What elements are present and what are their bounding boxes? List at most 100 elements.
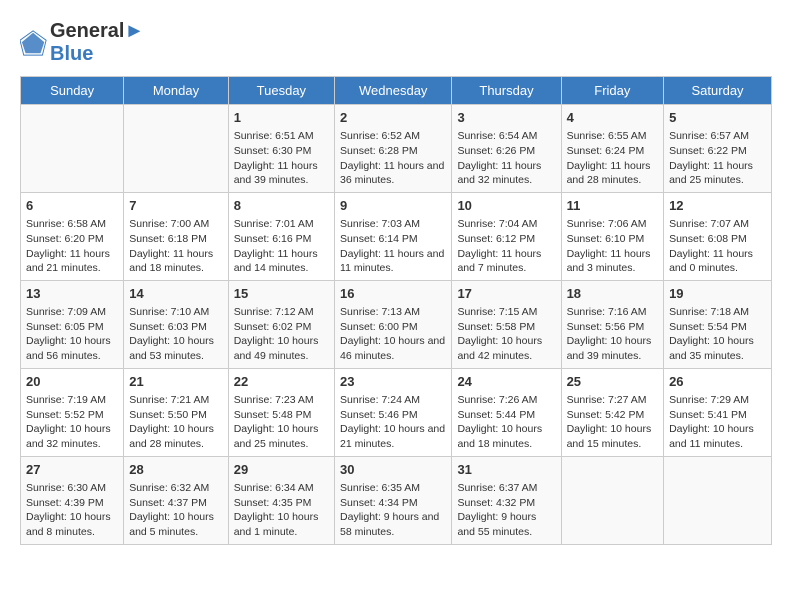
calendar-cell: 28 Sunrise: 6:32 AM Sunset: 4:37 PM Dayli… [124, 456, 228, 544]
week-row-5: 27 Sunrise: 6:30 AM Sunset: 4:39 PM Dayli… [21, 456, 772, 544]
day-number: 19 [669, 285, 766, 303]
day-number: 16 [340, 285, 446, 303]
calendar-cell: 19Sunrise: 7:18 AM Sunset: 5:54 PM Dayli… [664, 280, 772, 368]
day-number: 12 [669, 197, 766, 215]
logo-text: General► Blue [50, 20, 144, 66]
day-number: 21 [129, 373, 222, 391]
day-content: Sunrise: 6:32 AM Sunset: 4:37 PM Dayligh… [129, 481, 222, 540]
day-content: Sunrise: 7:01 AM Sunset: 6:16 PM Dayligh… [234, 217, 329, 276]
day-content: Sunrise: 7:10 AM Sunset: 6:03 PM Dayligh… [129, 305, 222, 364]
day-number: 14 [129, 285, 222, 303]
day-content: Sunrise: 7:24 AM Sunset: 5:46 PM Dayligh… [340, 393, 446, 452]
calendar-cell: 4 Sunrise: 6:55 AM Sunset: 6:24 PM Daylig… [561, 105, 664, 193]
day-number: 31 [457, 461, 555, 479]
day-number: 1 [234, 109, 329, 127]
day-number: 29 [234, 461, 329, 479]
calendar-table: SundayMondayTuesdayWednesdayThursdayFrid… [20, 76, 772, 545]
calendar-cell: 7Sunrise: 7:00 AM Sunset: 6:18 PM Daylig… [124, 192, 228, 280]
week-row-3: 13 Sunrise: 7:09 AM Sunset: 6:05 PM Dayli… [21, 280, 772, 368]
header-day-saturday: Saturday [664, 77, 772, 105]
calendar-cell: 13 Sunrise: 7:09 AM Sunset: 6:05 PM Dayli… [21, 280, 124, 368]
day-content: Sunrise: 7:12 AM Sunset: 6:02 PM Dayligh… [234, 305, 329, 364]
page-header: General► Blue [20, 20, 772, 66]
day-number: 9 [340, 197, 446, 215]
calendar-cell: 9Sunrise: 7:03 AM Sunset: 6:14 PM Daylig… [335, 192, 452, 280]
day-number: 5 [669, 109, 766, 127]
day-content: Sunrise: 7:26 AM Sunset: 5:44 PM Dayligh… [457, 393, 555, 452]
day-content: Sunrise: 7:09 AM Sunset: 6:05 PM Dayligh… [26, 305, 118, 364]
day-number: 15 [234, 285, 329, 303]
day-content: Sunrise: 7:07 AM Sunset: 6:08 PM Dayligh… [669, 217, 766, 276]
day-number: 8 [234, 197, 329, 215]
day-content: Sunrise: 7:04 AM Sunset: 6:12 PM Dayligh… [457, 217, 555, 276]
week-row-1: 1 Sunrise: 6:51 AM Sunset: 6:30 PM Daylig… [21, 105, 772, 193]
calendar-cell [664, 456, 772, 544]
day-number: 27 [26, 461, 118, 479]
day-content: Sunrise: 6:35 AM Sunset: 4:34 PM Dayligh… [340, 481, 446, 540]
day-content: Sunrise: 7:23 AM Sunset: 5:48 PM Dayligh… [234, 393, 329, 452]
header-day-sunday: Sunday [21, 77, 124, 105]
day-content: Sunrise: 7:15 AM Sunset: 5:58 PM Dayligh… [457, 305, 555, 364]
week-row-2: 6Sunrise: 6:58 AM Sunset: 6:20 PM Daylig… [21, 192, 772, 280]
calendar-cell [124, 105, 228, 193]
calendar-cell: 5 Sunrise: 6:57 AM Sunset: 6:22 PM Daylig… [664, 105, 772, 193]
day-number: 17 [457, 285, 555, 303]
day-content: Sunrise: 7:16 AM Sunset: 5:56 PM Dayligh… [567, 305, 659, 364]
day-number: 6 [26, 197, 118, 215]
day-content: Sunrise: 7:19 AM Sunset: 5:52 PM Dayligh… [26, 393, 118, 452]
calendar-cell: 17 Sunrise: 7:15 AM Sunset: 5:58 PM Dayli… [452, 280, 561, 368]
day-number: 24 [457, 373, 555, 391]
day-content: Sunrise: 7:29 AM Sunset: 5:41 PM Dayligh… [669, 393, 766, 452]
day-number: 28 [129, 461, 222, 479]
calendar-cell: 16 Sunrise: 7:13 AM Sunset: 6:00 PM Dayli… [335, 280, 452, 368]
calendar-cell: 23Sunrise: 7:24 AM Sunset: 5:46 PM Dayli… [335, 368, 452, 456]
day-content: Sunrise: 6:51 AM Sunset: 6:30 PM Dayligh… [234, 129, 329, 188]
calendar-cell: 31 Sunrise: 6:37 AM Sunset: 4:32 PM Dayli… [452, 456, 561, 544]
calendar-cell: 15 Sunrise: 7:12 AM Sunset: 6:02 PM Dayli… [228, 280, 334, 368]
calendar-cell: 26Sunrise: 7:29 AM Sunset: 5:41 PM Dayli… [664, 368, 772, 456]
day-content: Sunrise: 7:27 AM Sunset: 5:42 PM Dayligh… [567, 393, 659, 452]
day-content: Sunrise: 7:21 AM Sunset: 5:50 PM Dayligh… [129, 393, 222, 452]
calendar-cell: 27 Sunrise: 6:30 AM Sunset: 4:39 PM Dayli… [21, 456, 124, 544]
calendar-cell: 11Sunrise: 7:06 AM Sunset: 6:10 PM Dayli… [561, 192, 664, 280]
day-number: 11 [567, 197, 659, 215]
week-row-4: 20Sunrise: 7:19 AM Sunset: 5:52 PM Dayli… [21, 368, 772, 456]
calendar-cell: 12 Sunrise: 7:07 AM Sunset: 6:08 PM Dayli… [664, 192, 772, 280]
header-day-friday: Friday [561, 77, 664, 105]
day-content: Sunrise: 7:13 AM Sunset: 6:00 PM Dayligh… [340, 305, 446, 364]
calendar-cell: 6Sunrise: 6:58 AM Sunset: 6:20 PM Daylig… [21, 192, 124, 280]
day-number: 3 [457, 109, 555, 127]
header-day-wednesday: Wednesday [335, 77, 452, 105]
day-number: 25 [567, 373, 659, 391]
day-content: Sunrise: 6:34 AM Sunset: 4:35 PM Dayligh… [234, 481, 329, 540]
day-content: Sunrise: 6:57 AM Sunset: 6:22 PM Dayligh… [669, 129, 766, 188]
day-number: 2 [340, 109, 446, 127]
day-content: Sunrise: 6:37 AM Sunset: 4:32 PM Dayligh… [457, 481, 555, 540]
header-day-thursday: Thursday [452, 77, 561, 105]
calendar-header-row: SundayMondayTuesdayWednesdayThursdayFrid… [21, 77, 772, 105]
calendar-cell: 8 Sunrise: 7:01 AM Sunset: 6:16 PM Daylig… [228, 192, 334, 280]
calendar-cell: 25 Sunrise: 7:27 AM Sunset: 5:42 PM Dayli… [561, 368, 664, 456]
day-content: Sunrise: 6:30 AM Sunset: 4:39 PM Dayligh… [26, 481, 118, 540]
calendar-cell [561, 456, 664, 544]
day-number: 22 [234, 373, 329, 391]
day-number: 10 [457, 197, 555, 215]
calendar-cell: 18 Sunrise: 7:16 AM Sunset: 5:56 PM Dayli… [561, 280, 664, 368]
calendar-cell: 14 Sunrise: 7:10 AM Sunset: 6:03 PM Dayli… [124, 280, 228, 368]
logo: General► Blue [20, 20, 144, 66]
day-content: Sunrise: 6:55 AM Sunset: 6:24 PM Dayligh… [567, 129, 659, 188]
day-number: 18 [567, 285, 659, 303]
header-day-tuesday: Tuesday [228, 77, 334, 105]
calendar-cell: 24 Sunrise: 7:26 AM Sunset: 5:44 PM Dayli… [452, 368, 561, 456]
day-content: Sunrise: 6:52 AM Sunset: 6:28 PM Dayligh… [340, 129, 446, 188]
calendar-cell: 3 Sunrise: 6:54 AM Sunset: 6:26 PM Daylig… [452, 105, 561, 193]
calendar-cell: 1 Sunrise: 6:51 AM Sunset: 6:30 PM Daylig… [228, 105, 334, 193]
calendar-cell: 29 Sunrise: 6:34 AM Sunset: 4:35 PM Dayli… [228, 456, 334, 544]
day-number: 13 [26, 285, 118, 303]
calendar-cell: 2 Sunrise: 6:52 AM Sunset: 6:28 PM Daylig… [335, 105, 452, 193]
header-day-monday: Monday [124, 77, 228, 105]
day-content: Sunrise: 6:54 AM Sunset: 6:26 PM Dayligh… [457, 129, 555, 188]
logo-icon [20, 29, 48, 57]
calendar-cell: 30Sunrise: 6:35 AM Sunset: 4:34 PM Dayli… [335, 456, 452, 544]
day-number: 4 [567, 109, 659, 127]
